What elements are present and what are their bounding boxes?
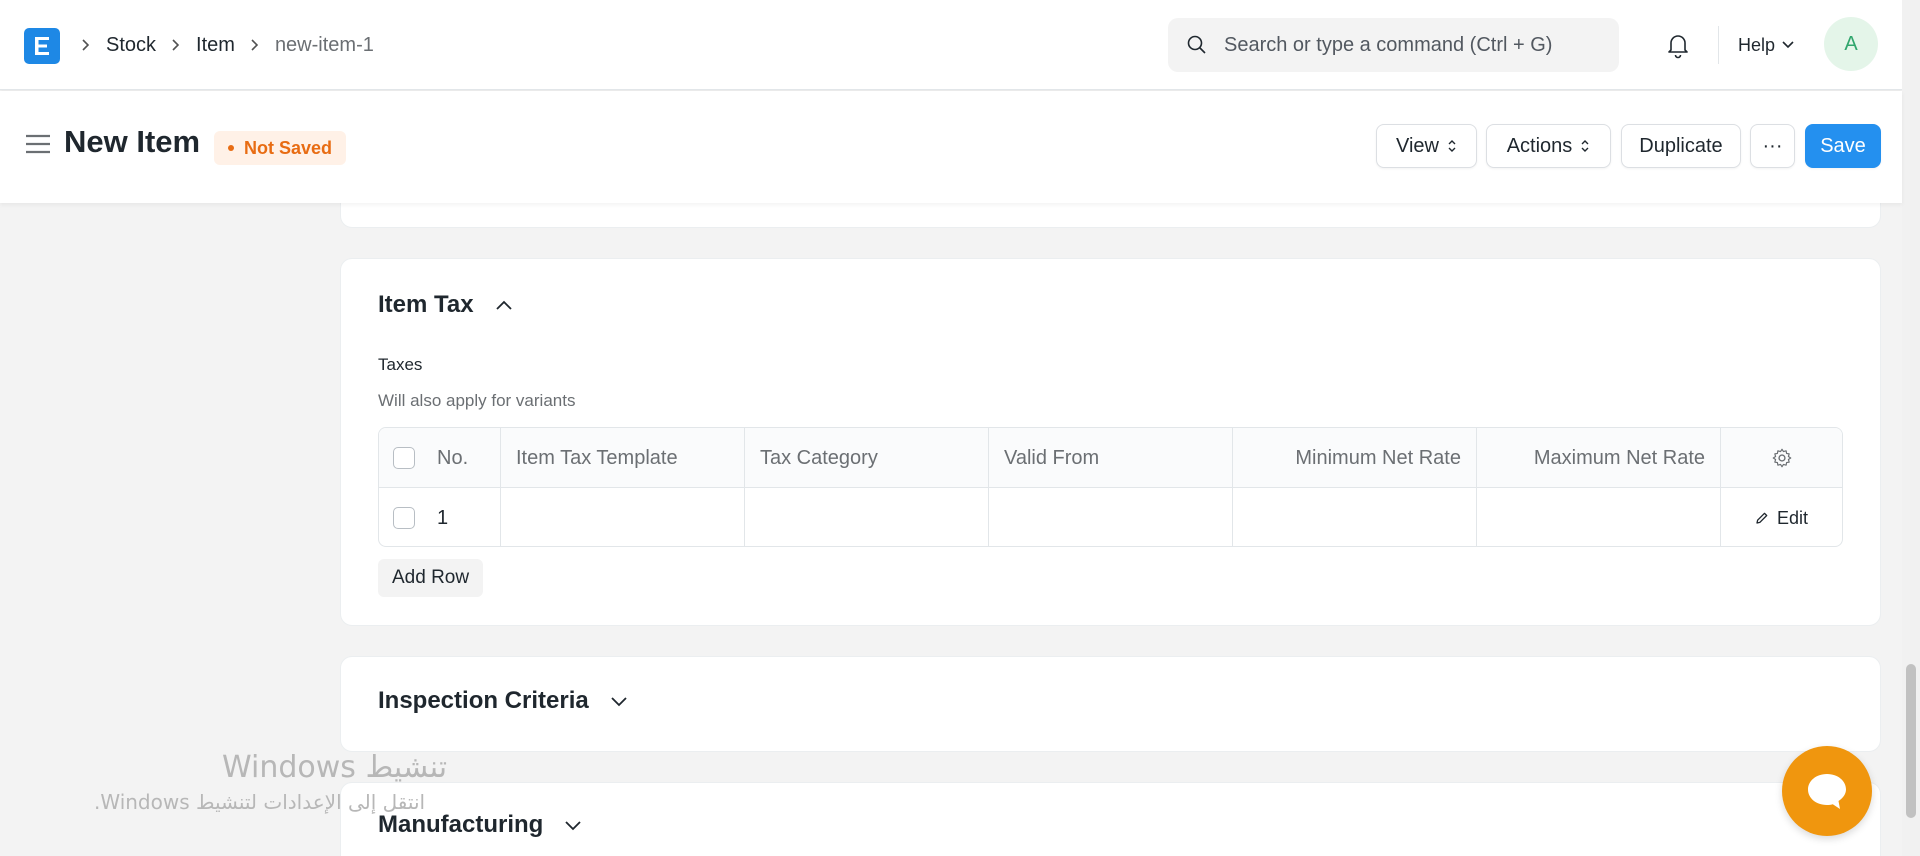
sort-arrows-icon bbox=[1581, 140, 1589, 152]
maximum-net-rate-cell[interactable] bbox=[1477, 488, 1721, 546]
top-navbar: Stock Item new-item-1 Help A bbox=[0, 0, 1902, 90]
page-scrollbar[interactable] bbox=[1902, 0, 1920, 856]
chevron-down-icon bbox=[565, 821, 581, 831]
actions-button[interactable]: Actions bbox=[1486, 124, 1611, 168]
chevron-right-icon bbox=[249, 38, 261, 52]
search-icon bbox=[1187, 35, 1206, 54]
more-options-button[interactable]: ··· bbox=[1750, 124, 1795, 168]
item-tax-section-header[interactable]: Item Tax bbox=[378, 291, 514, 319]
section-title: Manufacturing bbox=[378, 811, 544, 838]
inspection-criteria-section: Inspection Criteria bbox=[340, 656, 1881, 752]
actions-button-label: Actions bbox=[1506, 134, 1573, 157]
taxes-field-description: Will also apply for variants bbox=[378, 391, 576, 410]
page-title: New Item bbox=[64, 124, 201, 159]
column-header-tax-category: Tax Category bbox=[745, 428, 989, 488]
table-row[interactable]: 1 Edit bbox=[379, 488, 1842, 546]
status-dot-icon bbox=[228, 145, 234, 151]
edit-row-button[interactable]: Edit bbox=[1755, 508, 1808, 529]
chevron-right-icon bbox=[80, 38, 92, 52]
add-row-button[interactable]: Add Row bbox=[378, 559, 484, 597]
logo-e-icon bbox=[35, 37, 49, 55]
status-badge-label: Not Saved bbox=[244, 137, 333, 158]
chevron-down-icon bbox=[1782, 41, 1794, 49]
breadcrumb-stock[interactable]: Stock bbox=[106, 34, 156, 57]
edit-label: Edit bbox=[1776, 507, 1809, 528]
row-select-checkbox[interactable] bbox=[393, 507, 415, 529]
row-number: 1 bbox=[437, 506, 449, 529]
chevron-right-icon bbox=[170, 38, 182, 52]
scrollbar-thumb[interactable] bbox=[1906, 664, 1916, 818]
minimum-net-rate-cell[interactable] bbox=[1233, 488, 1477, 546]
sort-arrows-icon bbox=[1448, 140, 1456, 152]
breadcrumb-item[interactable]: Item bbox=[196, 34, 235, 57]
sidebar-toggle-icon[interactable] bbox=[24, 133, 52, 155]
avatar[interactable]: A bbox=[1824, 17, 1878, 71]
help-label: Help bbox=[1738, 34, 1776, 55]
table-header-row: No. Item Tax Template Tax Category Valid… bbox=[379, 428, 1842, 488]
pencil-icon bbox=[1756, 512, 1768, 524]
column-header-valid-from: Valid From bbox=[989, 428, 1233, 488]
valid-from-cell[interactable] bbox=[989, 488, 1233, 546]
gear-icon[interactable] bbox=[1771, 447, 1793, 469]
search-input[interactable] bbox=[1224, 33, 1604, 57]
column-header-no: No. bbox=[437, 446, 469, 469]
item-tax-template-cell[interactable] bbox=[501, 488, 745, 546]
view-button-label: View bbox=[1396, 134, 1439, 157]
navbar-divider bbox=[1718, 26, 1719, 64]
tax-category-cell[interactable] bbox=[745, 488, 989, 546]
app-logo[interactable] bbox=[24, 28, 60, 64]
duplicate-button[interactable]: Duplicate bbox=[1621, 124, 1741, 168]
select-all-checkbox[interactable] bbox=[393, 447, 415, 469]
column-header-item-tax-template: Item Tax Template bbox=[501, 428, 745, 488]
section-title: Inspection Criteria bbox=[378, 687, 589, 714]
view-button[interactable]: View bbox=[1376, 124, 1477, 168]
help-dropdown[interactable]: Help bbox=[1738, 30, 1795, 60]
item-tax-section: Item Tax Taxes Will also apply for varia… bbox=[340, 258, 1881, 626]
row-edit-cell: Edit bbox=[1721, 488, 1842, 546]
taxes-field-label: Taxes bbox=[378, 355, 423, 374]
taxes-table: No. Item Tax Template Tax Category Valid… bbox=[378, 427, 1843, 547]
chevron-up-icon bbox=[495, 300, 512, 310]
page-head: New Item Not Saved View Actions Duplicat… bbox=[0, 91, 1902, 203]
row-no-cell: 1 bbox=[379, 488, 501, 546]
chat-bubble-icon bbox=[1808, 774, 1846, 809]
chat-support-button[interactable] bbox=[1782, 746, 1872, 836]
section-title: Item Tax bbox=[378, 291, 474, 318]
status-badge: Not Saved bbox=[214, 131, 347, 165]
windows-activation-title: تنشيط Windows bbox=[222, 750, 448, 785]
manufacturing-section-header[interactable]: Manufacturing bbox=[378, 811, 583, 839]
notification-bell-icon[interactable] bbox=[1664, 31, 1692, 59]
breadcrumb: Stock Item new-item-1 bbox=[76, 30, 374, 60]
column-header-maximum-net-rate: Maximum Net Rate bbox=[1477, 428, 1721, 488]
column-header-minimum-net-rate: Minimum Net Rate bbox=[1233, 428, 1477, 488]
save-button[interactable]: Save bbox=[1805, 124, 1881, 168]
chevron-down-icon bbox=[611, 697, 627, 707]
inspection-criteria-section-header[interactable]: Inspection Criteria bbox=[378, 687, 629, 715]
windows-activation-subtitle: انتقل إلى الإعدادات لتنشيط Windows. bbox=[94, 790, 426, 814]
breadcrumb-current[interactable]: new-item-1 bbox=[275, 34, 374, 57]
column-settings-cell bbox=[1721, 428, 1842, 488]
header-no-cell: No. bbox=[379, 428, 501, 488]
search-bar[interactable] bbox=[1168, 18, 1619, 72]
manufacturing-section: Manufacturing bbox=[340, 782, 1881, 856]
